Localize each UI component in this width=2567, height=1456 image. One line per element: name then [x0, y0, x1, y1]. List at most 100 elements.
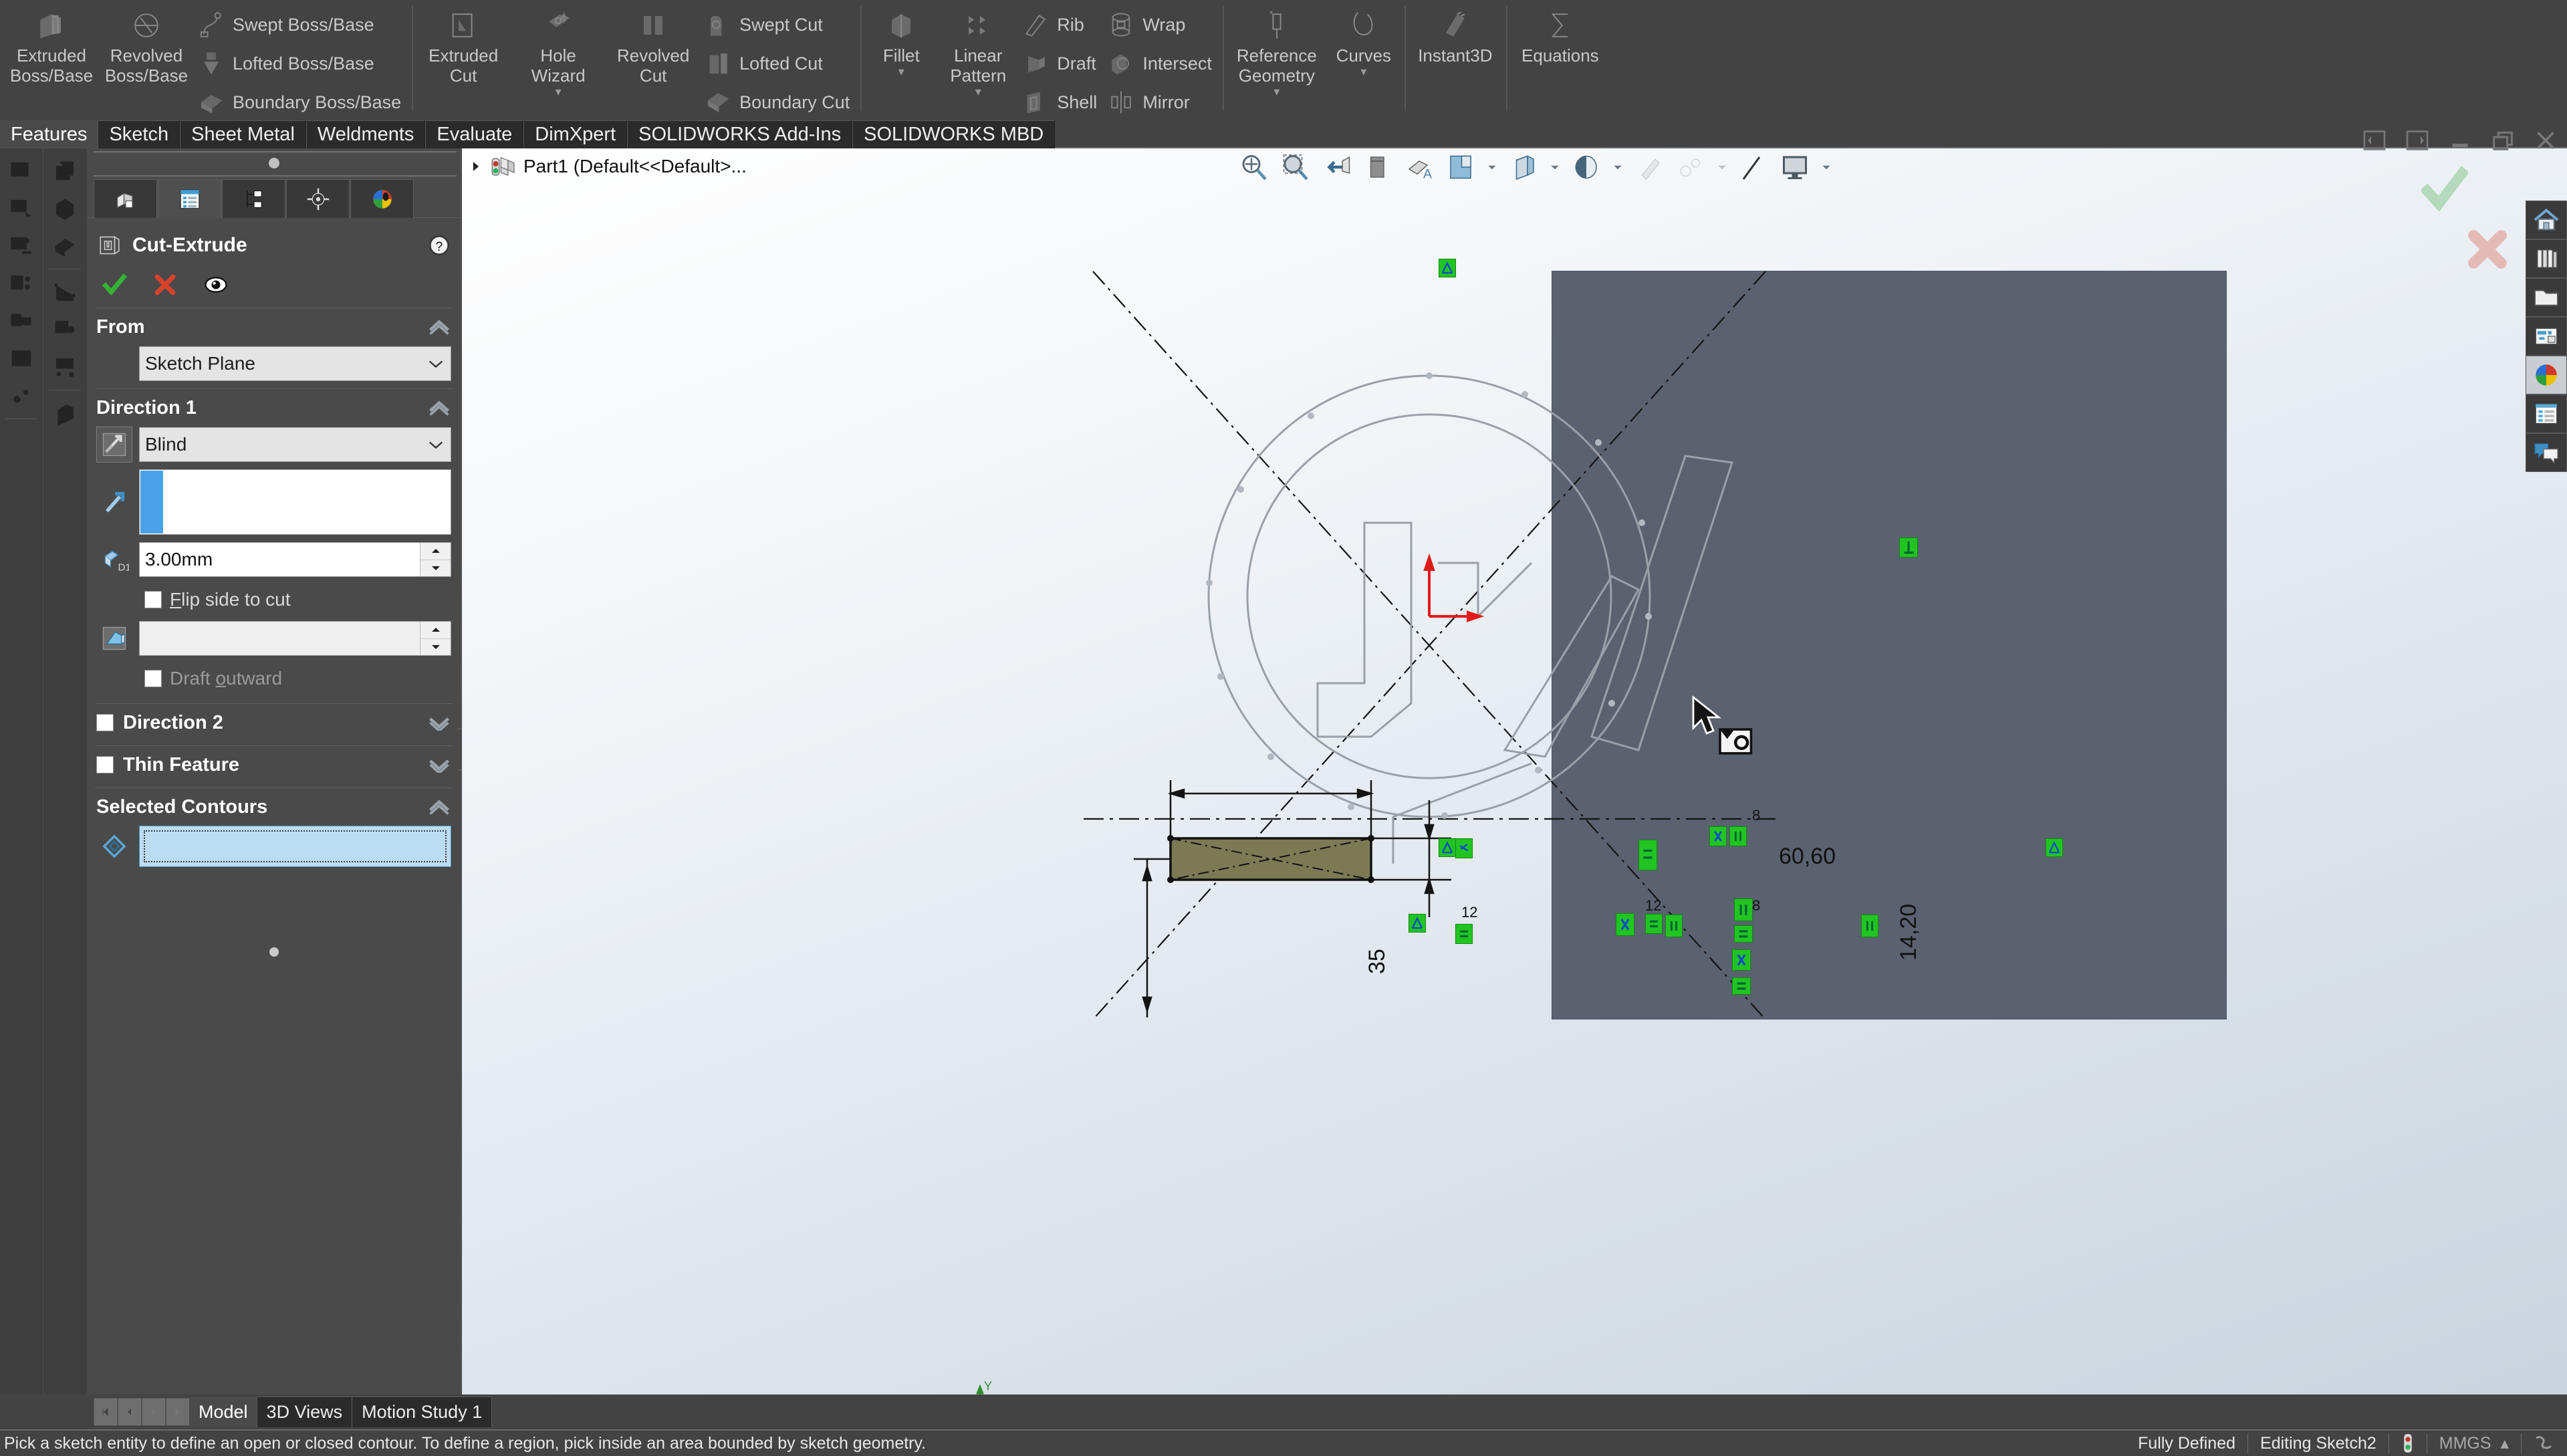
preview-button[interactable]	[203, 272, 229, 297]
bottom-tab-3d-views[interactable]: 3D Views	[257, 1397, 353, 1427]
vertical-constraint-marker-right[interactable]	[1861, 915, 1878, 937]
midpoint-constraint-marker[interactable]	[1709, 826, 1727, 846]
start-condition-select[interactable]: Sketch Plane	[139, 346, 451, 381]
task-pane-file-explorer[interactable]	[2526, 278, 2567, 317]
tab-feature-manager-tree[interactable]	[94, 179, 157, 218]
view-orientation-icon[interactable]: A	[1403, 151, 1435, 183]
restore-button[interactable]	[2489, 127, 2516, 154]
stepper-up[interactable]	[420, 543, 451, 560]
nav-prev-button[interactable]	[118, 1398, 142, 1426]
ok-button[interactable]	[102, 272, 127, 297]
chevron-up-icon[interactable]	[427, 400, 451, 416]
coincident-constraint-marker-left[interactable]	[1455, 838, 1473, 858]
close-button[interactable]	[2532, 127, 2559, 154]
tab-display-manager[interactable]	[350, 179, 414, 218]
center-mark-icon[interactable]	[3, 377, 40, 414]
selected-contours-field[interactable]	[139, 826, 451, 867]
chevron-down-icon[interactable]	[1612, 162, 1624, 172]
section-header-selected-contours[interactable]: Selected Contours	[87, 788, 461, 826]
sketch-tools-icon[interactable]	[46, 311, 84, 348]
dock-left-button[interactable]	[2361, 127, 2388, 154]
lofted-boss-base-button[interactable]: Lofted Boss/Base	[194, 44, 408, 83]
mirror-button[interactable]: Mirror	[1104, 83, 1219, 122]
depth-stepper[interactable]	[420, 543, 451, 576]
chevron-down-icon[interactable]	[1486, 162, 1498, 172]
perpendicular-constraint-marker[interactable]	[1899, 537, 1918, 558]
confirm-accept-icon[interactable]	[2421, 166, 2468, 213]
status-rebuild-indicator[interactable]	[2389, 1433, 2427, 1453]
panel-grip[interactable]	[87, 148, 461, 179]
equal-constraint-marker-b[interactable]	[1645, 914, 1663, 934]
confirm-cancel-icon[interactable]	[2465, 227, 2510, 271]
task-pane-solidworks-forum[interactable]	[2526, 433, 2567, 472]
origin-coincident-marker-right[interactable]	[2046, 838, 2063, 857]
rib-button[interactable]: Rib	[1018, 5, 1104, 44]
revolved-cut-button[interactable]: RevolvedCut	[606, 3, 701, 86]
tab-sketch[interactable]: Sketch	[98, 120, 180, 148]
hole-callout-icon[interactable]	[3, 302, 40, 340]
sketch-entity-icon[interactable]	[46, 273, 84, 311]
tab-features[interactable]: Features	[0, 120, 98, 148]
thin-feature-checkbox[interactable]	[96, 756, 114, 773]
stepper-up[interactable]	[420, 622, 451, 639]
previous-view-icon[interactable]	[1320, 151, 1352, 183]
tab-weldments[interactable]: Weldments	[306, 120, 426, 148]
edit-appearance-icon[interactable]	[1570, 151, 1602, 183]
reference-geometry-button[interactable]: ReferenceGeometry ▾	[1227, 3, 1327, 96]
nav-first-button[interactable]	[94, 1398, 118, 1426]
expand-arrow-icon[interactable]	[469, 159, 483, 174]
chevron-up-icon[interactable]	[427, 319, 451, 335]
instant3d-button[interactable]: Instant3D	[1409, 3, 1502, 66]
depth-input[interactable]: 3.00mm	[139, 542, 451, 577]
draft-stepper[interactable]	[420, 622, 451, 655]
draft-outward-row[interactable]: Draft outward	[87, 663, 461, 694]
equations-button[interactable]: Equations	[1510, 3, 1610, 66]
stepper-down[interactable]	[420, 639, 451, 656]
hole-wizard-button[interactable]: HoleWizard ▾	[511, 3, 606, 96]
view-settings-icon[interactable]	[1675, 151, 1707, 183]
lofted-cut-button[interactable]: Lofted Cut	[701, 44, 856, 83]
tab-sheet-metal[interactable]: Sheet Metal	[180, 120, 306, 148]
chevron-down-icon[interactable]: ▾	[898, 67, 904, 76]
swept-boss-base-button[interactable]: Swept Boss/Base	[194, 5, 408, 44]
chevron-down-icon[interactable]: ▾	[1360, 67, 1366, 76]
display-pane-icon[interactable]	[1779, 151, 1811, 183]
origin-coincident-marker-dim[interactable]	[1409, 914, 1426, 933]
tab-configuration-manager[interactable]	[222, 179, 285, 218]
hidden-lines-icon[interactable]	[46, 190, 84, 227]
wrap-button[interactable]: Wrap	[1104, 5, 1219, 44]
section-header-direction1[interactable]: Direction 1	[87, 389, 461, 427]
sketch-relation-icon[interactable]	[46, 348, 84, 386]
equal-constraint-marker-center[interactable]	[1734, 925, 1753, 943]
height-dimension-label[interactable]: 14,20	[1896, 904, 1922, 961]
hide-show-items-icon[interactable]	[1507, 151, 1540, 183]
fillet-button[interactable]: Fillet ▾	[864, 3, 938, 76]
task-pane-appearances-scenes[interactable]	[2526, 356, 2567, 394]
direction-reference-field[interactable]	[139, 469, 451, 535]
chevron-down-icon[interactable]	[1549, 162, 1561, 172]
surface-finish-icon[interactable]	[3, 227, 40, 265]
nav-next-button[interactable]	[142, 1398, 166, 1426]
origin-coincident-marker-top[interactable]	[1439, 259, 1456, 277]
tab-dimxpert-manager[interactable]	[286, 179, 350, 218]
balloon-icon[interactable]	[3, 190, 40, 227]
vertical-constraint-marker-left[interactable]	[1665, 915, 1683, 937]
tab-solidworks-mbd[interactable]: SOLIDWORKS MBD	[852, 120, 1055, 148]
width-dimension-label[interactable]: 60,60	[1779, 844, 1836, 870]
task-pane-design-library[interactable]	[2526, 239, 2567, 278]
task-pane-view-palette[interactable]	[2526, 317, 2567, 356]
parallel-constraint-marker-top[interactable]	[1729, 826, 1747, 846]
apply-scene-icon[interactable]	[1633, 151, 1665, 183]
tab-property-manager[interactable]	[158, 179, 221, 218]
rotate-view-icon[interactable]	[1737, 151, 1769, 183]
offset-dimension-label[interactable]: 35	[1364, 949, 1390, 974]
stepper-down[interactable]	[420, 560, 451, 577]
section-view-icon[interactable]	[1362, 151, 1394, 183]
section-header-direction2[interactable]: Direction 2	[87, 704, 461, 741]
intersect-button[interactable]: Intersect	[1104, 44, 1219, 83]
chevron-down-icon[interactable]	[426, 358, 445, 370]
chevron-down-icon[interactable]: ▾	[975, 87, 981, 96]
task-pane-custom-properties[interactable]	[2526, 394, 2567, 433]
display-style-icon[interactable]	[1445, 151, 1477, 183]
chevron-down-icon[interactable]	[1716, 162, 1728, 172]
